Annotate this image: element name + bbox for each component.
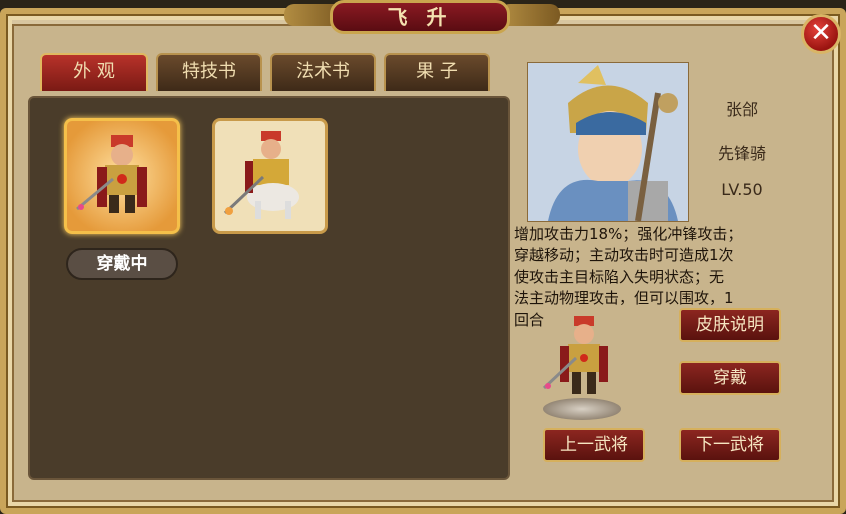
tab-skill-book[interactable]: 特技书	[156, 53, 262, 91]
equipped-badge: 穿戴中	[66, 248, 178, 280]
prev-general-button[interactable]: 上一武将	[543, 428, 645, 462]
skin-card-2[interactable]	[212, 118, 328, 234]
tab-spell-book[interactable]: 法术书	[270, 53, 376, 91]
general-name: 张郃	[725, 100, 758, 119]
description-line: 法主动物理攻击，但可以围攻，1	[514, 289, 734, 308]
next-general-button[interactable]: 下一武将	[679, 428, 781, 462]
tab-fruit[interactable]: 果 子	[384, 53, 490, 91]
tab-appearance[interactable]: 外 观	[40, 53, 148, 91]
general-portrait-image	[528, 63, 688, 222]
general-mounted-sprite-icon	[223, 131, 299, 219]
wear-button[interactable]: 穿戴	[679, 361, 781, 395]
general-portrait	[527, 62, 689, 222]
close-icon: ✕	[810, 18, 832, 48]
description-line: 使攻击主目标陷入失明状态；无	[514, 267, 725, 286]
description-line: 增加攻击力18%；强化冲锋攻击；	[514, 225, 743, 243]
window-title: 飞 升	[330, 0, 510, 34]
close-button[interactable]: ✕	[801, 14, 841, 54]
general-class: 先锋骑	[717, 144, 766, 163]
general-sprite-icon	[76, 135, 147, 213]
general-level: LV.50	[721, 180, 763, 199]
skin-card-1[interactable]	[64, 118, 180, 234]
description-line: 穿越移动；主动攻击时可造成1次	[514, 246, 734, 265]
preview-sprite-icon	[542, 316, 608, 394]
skin-info-button[interactable]: 皮肤说明	[679, 308, 781, 342]
